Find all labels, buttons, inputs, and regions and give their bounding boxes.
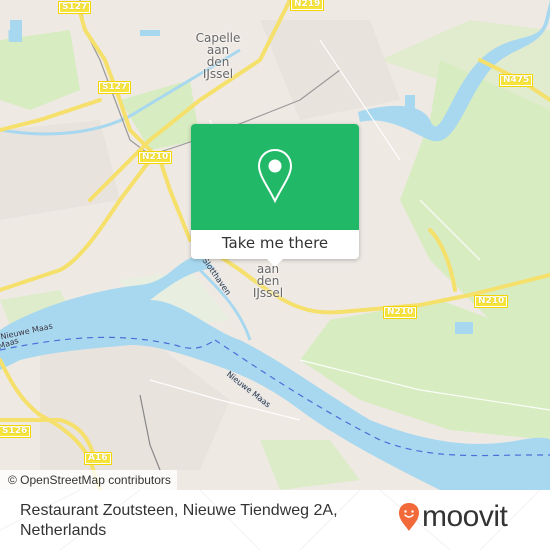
take-me-there-button[interactable]: Take me there (191, 230, 359, 259)
moovit-logo[interactable]: moovit (398, 500, 508, 533)
road-label-n210-center: N210 (383, 306, 418, 319)
road-label-n210-right: N210 (474, 295, 509, 308)
location-popup[interactable]: Take me there (191, 124, 359, 267)
map-view[interactable]: S127 N219 S127 N475 N210 N210 N210 S126 … (0, 0, 550, 490)
place-label-capelle-top: Capelle aan den IJssel (183, 32, 253, 80)
road-label-n475: N475 (499, 74, 534, 87)
road-label-s126: S126 (0, 425, 32, 438)
popup-pointer (267, 259, 283, 267)
road-label-s127-mid: S127 (98, 81, 132, 94)
moovit-wordmark: moovit (422, 500, 508, 533)
road-label-a16: A16 (84, 452, 112, 465)
road-label-s127-top: S127 (58, 1, 92, 14)
road-label-n219: N219 (290, 0, 325, 11)
address-text: Restaurant Zoutsteen, Nieuwe Tiendweg 2A… (20, 502, 338, 539)
footer: Restaurant Zoutsteen, Nieuwe Tiendweg 2A… (0, 490, 550, 550)
road-label-n210-left: N210 (138, 151, 173, 164)
moovit-pin-logo-icon (399, 503, 419, 531)
popup-header[interactable] (191, 124, 359, 230)
map-pin-icon (257, 148, 293, 204)
place-label-line: IJssel (202, 67, 234, 81)
osm-attribution[interactable]: © OpenStreetMap contributors (0, 470, 177, 490)
place-label-capelle-center: aan den IJssel (238, 263, 298, 299)
place-label-line: IJssel (252, 286, 284, 300)
